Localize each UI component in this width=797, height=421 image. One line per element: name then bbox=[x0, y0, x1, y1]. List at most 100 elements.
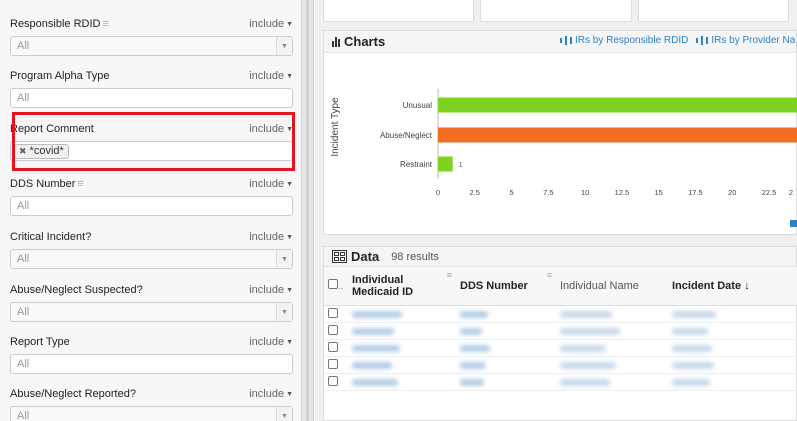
select-all-checkbox[interactable] bbox=[328, 279, 338, 290]
bar-chart-icon bbox=[696, 36, 709, 46]
redacted-value bbox=[560, 344, 606, 352]
include-menu[interactable]: include ▼ bbox=[249, 18, 293, 30]
row-checkbox[interactable] bbox=[328, 307, 338, 318]
col-dds-number[interactable]: DDS Number ≡ bbox=[456, 267, 556, 306]
abuse-neglect-suspected-select[interactable]: All ▼ bbox=[10, 302, 293, 322]
summary-card bbox=[323, 0, 475, 22]
row-checkbox[interactable] bbox=[328, 358, 338, 369]
redacted-value bbox=[560, 378, 610, 386]
col-individual-name[interactable]: Individual Name bbox=[556, 267, 668, 306]
main-content: Charts IRs by Responsible RDID IRs by Pr… bbox=[315, 0, 797, 421]
report-type-input[interactable]: All bbox=[10, 354, 293, 374]
table-row[interactable] bbox=[324, 339, 797, 357]
blurred-cell bbox=[556, 356, 668, 374]
panel-splitter[interactable] bbox=[302, 0, 314, 421]
blurred-cell bbox=[556, 339, 668, 357]
program-alpha-type-input[interactable]: All bbox=[10, 88, 293, 108]
charts-header: Charts IRs by Responsible RDID IRs by Pr… bbox=[324, 31, 796, 53]
filter-label: Critical Incident? bbox=[10, 231, 92, 243]
drag-lines-icon[interactable]: ≡ bbox=[102, 18, 108, 30]
bar-abuse-neglect[interactable] bbox=[438, 127, 797, 143]
charts-title: Charts bbox=[344, 34, 386, 49]
blurred-cell bbox=[456, 373, 556, 391]
drag-lines-icon[interactable]: ≡ bbox=[77, 178, 83, 190]
responsible-rdid-select[interactable]: All ▼ bbox=[10, 36, 293, 56]
x-tick-label: 10 bbox=[581, 188, 589, 197]
filter-label: Report Type bbox=[10, 336, 70, 348]
x-tick-label: 20 bbox=[728, 188, 736, 197]
caret-down-icon: ▼ bbox=[286, 390, 293, 398]
bar-restraint[interactable] bbox=[438, 156, 453, 172]
x-tick-label: 7.5 bbox=[543, 188, 553, 197]
table-row[interactable] bbox=[324, 373, 797, 391]
chevron-down-icon: ▼ bbox=[276, 407, 292, 421]
row-checkbox[interactable] bbox=[328, 324, 338, 335]
select-all-header[interactable]: .. bbox=[324, 267, 348, 306]
column-menu-icon[interactable]: ≡ bbox=[547, 270, 552, 280]
redacted-value bbox=[460, 344, 490, 352]
bar-unusual[interactable] bbox=[438, 97, 797, 113]
include-menu[interactable]: include ▼ bbox=[249, 388, 293, 400]
blurred-cell bbox=[456, 305, 556, 323]
table-row[interactable] bbox=[324, 305, 797, 323]
include-menu[interactable]: include ▼ bbox=[249, 336, 293, 348]
row-select-cell[interactable] bbox=[324, 356, 348, 374]
table-header-row: .. Individual Medicaid ID ≡ DDS Number ≡ I… bbox=[324, 267, 797, 306]
col-individual-medicaid-id[interactable]: Individual Medicaid ID ≡ bbox=[348, 267, 456, 306]
redacted-value bbox=[672, 310, 716, 318]
summary-cards bbox=[315, 0, 797, 22]
col-incident-date[interactable]: Incident Date ↓ bbox=[668, 267, 797, 306]
blurred-cell bbox=[668, 356, 797, 374]
critical-incident-select[interactable]: All ▼ bbox=[10, 249, 293, 269]
chevron-down-icon: ▼ bbox=[276, 303, 292, 321]
include-menu[interactable]: include ▼ bbox=[249, 231, 293, 243]
row-select-cell[interactable] bbox=[324, 339, 348, 357]
tab-irs-by-responsible-rdid[interactable]: IRs by Responsible RDID bbox=[560, 35, 688, 46]
tab-irs-by-provider[interactable]: IRs by Provider Na bbox=[696, 35, 795, 46]
include-menu[interactable]: include ▼ bbox=[249, 284, 293, 296]
redacted-value bbox=[352, 361, 392, 369]
include-menu[interactable]: include ▼ bbox=[249, 70, 293, 82]
row-select-cell[interactable] bbox=[324, 322, 348, 340]
blurred-cell bbox=[348, 373, 456, 391]
filter-label: Program Alpha Type bbox=[10, 70, 110, 82]
report-comment-input[interactable]: ✖ *covid* bbox=[10, 141, 293, 161]
include-menu[interactable]: include ▼ bbox=[249, 178, 293, 190]
data-title: Data bbox=[351, 249, 380, 264]
charts-panel: Charts IRs by Responsible RDID IRs by Pr… bbox=[323, 30, 797, 256]
redacted-value bbox=[672, 327, 708, 335]
blurred-cell bbox=[556, 322, 668, 340]
filter-responsible-rdid: Responsible RDID ≡ include ▼ All ▼ bbox=[10, 16, 293, 56]
bar-chart-icon bbox=[560, 36, 572, 46]
filter-report-comment: Report Comment include ▼ ✖ *covid* bbox=[10, 121, 293, 161]
column-menu-icon[interactable]: ≡ bbox=[447, 270, 452, 280]
category-label: Unusual bbox=[403, 101, 433, 110]
filter-program-alpha-type: Program Alpha Type include ▼ All bbox=[10, 68, 293, 108]
blurred-cell bbox=[456, 356, 556, 374]
y-axis-label: Incident Type bbox=[330, 97, 341, 157]
table-row[interactable] bbox=[324, 322, 797, 340]
splitter-grip[interactable] bbox=[306, 0, 309, 421]
dds-number-input[interactable]: All bbox=[10, 196, 293, 216]
redacted-value bbox=[460, 361, 486, 369]
filter-label: Report Comment bbox=[10, 123, 94, 135]
caret-down-icon: ▼ bbox=[286, 72, 293, 80]
row-select-cell[interactable] bbox=[324, 373, 348, 391]
row-checkbox[interactable] bbox=[328, 375, 338, 386]
redacted-value bbox=[560, 327, 620, 335]
caret-down-icon: ▼ bbox=[286, 233, 293, 241]
x-tick-label: 5 bbox=[509, 188, 513, 197]
filter-abuse-neglect-suspected: Abuse/Neglect Suspected? include ▼ All ▼ bbox=[10, 282, 293, 322]
table-row[interactable] bbox=[324, 356, 797, 374]
filter-report-type: Report Type include ▼ All bbox=[10, 334, 293, 374]
filter-abuse-neglect-reported: Abuse/Neglect Reported? include ▼ All ▼ bbox=[10, 386, 293, 421]
abuse-neglect-reported-select[interactable]: All ▼ bbox=[10, 406, 293, 421]
x-tick-label: 0 bbox=[436, 188, 440, 197]
remove-tag-icon[interactable]: ✖ bbox=[19, 146, 27, 157]
filter-panel: Responsible RDID ≡ include ▼ All ▼ Program… bbox=[0, 0, 302, 421]
row-checkbox[interactable] bbox=[328, 341, 338, 352]
blurred-cell bbox=[668, 373, 797, 391]
row-select-cell[interactable] bbox=[324, 305, 348, 323]
redacted-value bbox=[460, 310, 488, 318]
include-menu[interactable]: include ▼ bbox=[249, 123, 293, 135]
